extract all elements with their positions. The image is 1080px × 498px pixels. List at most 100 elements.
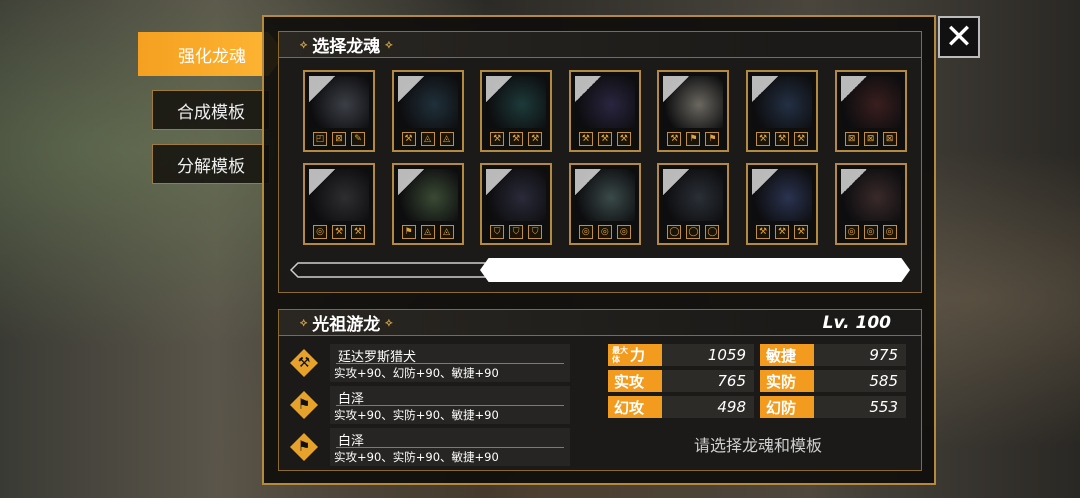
tab-synthesize-template[interactable]: 合成模板 xyxy=(152,90,270,130)
divider xyxy=(336,405,564,406)
attribute-icon: ◬ xyxy=(439,132,454,146)
divider xyxy=(336,363,564,364)
dragon-portrait xyxy=(574,169,635,221)
tab-decompose-template[interactable]: 分解模板 xyxy=(152,144,270,184)
attribute-icon: ⚒ xyxy=(775,225,789,239)
attribute-icons: ⊠ ⊠ ⊠ xyxy=(844,132,897,146)
attribute-icon: ⚒ xyxy=(667,132,682,146)
template-stats: 实攻+90、幻防+90、敏捷+90 xyxy=(334,366,499,380)
attribute-icon: ⚒ xyxy=(528,132,543,146)
attribute-icon: ⚒ xyxy=(332,225,346,239)
soul-card[interactable]: ⚒ ⚒ ⚒ xyxy=(568,70,641,152)
soul-level: Lv. 100 xyxy=(822,312,891,333)
soul-card[interactable]: ⚒ ⚒ ⚒ xyxy=(480,70,553,152)
attribute-icon: ◯ xyxy=(705,225,720,239)
attribute-icon: ◬ xyxy=(439,225,454,239)
dragon-portrait xyxy=(574,76,635,128)
attribute-icon: ◎ xyxy=(863,225,878,239)
attribute-icons: ⚒ ⚒ ⚒ xyxy=(578,132,631,146)
attribute-icon: ⚑ xyxy=(705,132,720,146)
attribute-icon: ⚑ xyxy=(401,225,416,239)
attribute-icons: ◎ ◎ ◎ xyxy=(844,225,897,239)
soul-card[interactable]: ⊠ ⊠ ⊠ xyxy=(834,70,907,152)
attribute-icon: ⛉ xyxy=(509,225,524,239)
attribute-icon: ⚒ xyxy=(509,132,524,146)
attribute-icon: ◬ xyxy=(420,225,435,239)
soul-card[interactable]: ⚒ ⚒ ⚒ xyxy=(746,70,818,152)
soul-card[interactable]: ⚒ ⚒ ⚒ xyxy=(746,163,818,245)
soul-card[interactable]: ⚒ ◬ ◬ xyxy=(391,70,464,152)
panel-header: ⟡ 选择龙魂 ⟡ xyxy=(279,32,921,58)
dragon-portrait xyxy=(397,76,458,128)
template-slot-1[interactable]: ⚒ 廷达罗斯猎犬 实攻+90、幻防+90、敏捷+90 xyxy=(290,344,570,382)
attribute-icon: ⚒ xyxy=(597,132,612,146)
dragon-portrait xyxy=(486,76,547,128)
attribute-icon: ⚒ xyxy=(616,132,631,146)
close-button[interactable]: ✕ xyxy=(938,16,980,58)
soul-card[interactable]: ◎ ◎ ◎ xyxy=(834,163,907,245)
dragon-portrait xyxy=(752,76,812,128)
hint-text: 请选择龙魂和模板 xyxy=(693,436,822,455)
detail-header: ⟡ 光祖游龙 ⟡ Lv. 100 xyxy=(279,310,921,336)
attribute-icon: ◎ xyxy=(313,225,327,239)
attribute-icons: ⚒ ⚒ ⚒ xyxy=(756,132,808,146)
stat-physical-attack: 实攻 765 xyxy=(608,370,754,392)
stat-value: 498 xyxy=(662,396,754,418)
panel-title: 选择龙魂 xyxy=(312,37,381,57)
attribute-icons: ⚒ ⚒ ⚒ xyxy=(756,225,808,239)
attribute-icon: ✎ xyxy=(351,132,365,146)
attribute-icon: ⛉ xyxy=(490,225,505,239)
attribute-icon: ⚒ xyxy=(490,132,505,146)
stat-magic-attack: 幻攻 498 xyxy=(608,396,754,418)
attribute-icon: ⛉ xyxy=(528,225,543,239)
dragon-portrait xyxy=(309,76,369,128)
attribute-icon: ◎ xyxy=(882,225,897,239)
attribute-icon: ◯ xyxy=(686,225,701,239)
attribute-icon: ⚒ xyxy=(756,132,770,146)
attribute-icons: ◎ ⚒ ⚒ xyxy=(313,225,365,239)
attribute-icon: ⚒ xyxy=(794,132,808,146)
dragon-portrait xyxy=(663,76,724,128)
soul-card[interactable]: ⚒ ⚑ ⚑ xyxy=(657,70,730,152)
template-slot-2[interactable]: ⚑ 白泽 实攻+90、实防+90、敏捷+90 xyxy=(290,386,570,424)
attribute-icons: ⚒ ⚒ ⚒ xyxy=(490,132,543,146)
stat-value: 1059 xyxy=(662,344,754,366)
attribute-icons: ◯ ◯ ◯ xyxy=(667,225,720,239)
attribute-icon: ◎ xyxy=(616,225,631,239)
soul-card[interactable]: ◰ ⊠ ✎ xyxy=(303,70,375,152)
divider xyxy=(336,447,564,448)
attribute-icon: ⚑ xyxy=(686,132,701,146)
soul-card[interactable]: ◎ ⚒ ⚒ xyxy=(303,163,375,245)
dragon-portrait xyxy=(840,76,901,128)
soul-card[interactable]: ◯ ◯ ◯ xyxy=(657,163,730,245)
stat-value: 553 xyxy=(814,396,906,418)
ornament-icon: ⟡ xyxy=(300,37,308,51)
template-icon: ⚑ xyxy=(290,391,318,419)
attribute-icon: ⚒ xyxy=(794,225,808,239)
attribute-icons: ◰ ⊠ ✎ xyxy=(313,132,365,146)
soul-card[interactable]: ⛉ ⛉ ⛉ xyxy=(480,163,553,245)
attribute-icons: ⚑ ◬ ◬ xyxy=(401,225,454,239)
stat-physical-defense: 实防 585 xyxy=(760,370,906,392)
scrollbar-thumb[interactable] xyxy=(480,258,910,282)
template-slot-3[interactable]: ⚑ 白泽 实攻+90、实防+90、敏捷+90 xyxy=(290,428,570,466)
dragon-portrait xyxy=(486,169,547,221)
soul-card[interactable]: ⚑ ◬ ◬ xyxy=(391,163,464,245)
stat-value: 585 xyxy=(814,370,906,392)
attribute-icon: ◎ xyxy=(578,225,593,239)
attribute-icon: ⚒ xyxy=(756,225,770,239)
template-stats: 实攻+90、实防+90、敏捷+90 xyxy=(334,408,499,422)
attribute-icon: ◬ xyxy=(420,132,435,146)
attribute-icon: ◯ xyxy=(667,225,682,239)
ornament-icon: ⟡ xyxy=(385,315,393,329)
attribute-icon: ◎ xyxy=(597,225,612,239)
soul-card[interactable]: ◎ ◎ ◎ xyxy=(568,163,641,245)
ornament-icon: ⟡ xyxy=(385,37,393,51)
soul-name: 光祖游龙 xyxy=(312,315,381,335)
stat-value: 975 xyxy=(814,344,906,366)
attribute-icon: ⚒ xyxy=(578,132,593,146)
attribute-icon: ⊠ xyxy=(332,132,346,146)
template-icon: ⚑ xyxy=(290,433,318,461)
stat-magic-defense: 幻防 553 xyxy=(760,396,906,418)
attribute-icon: ◎ xyxy=(844,225,859,239)
